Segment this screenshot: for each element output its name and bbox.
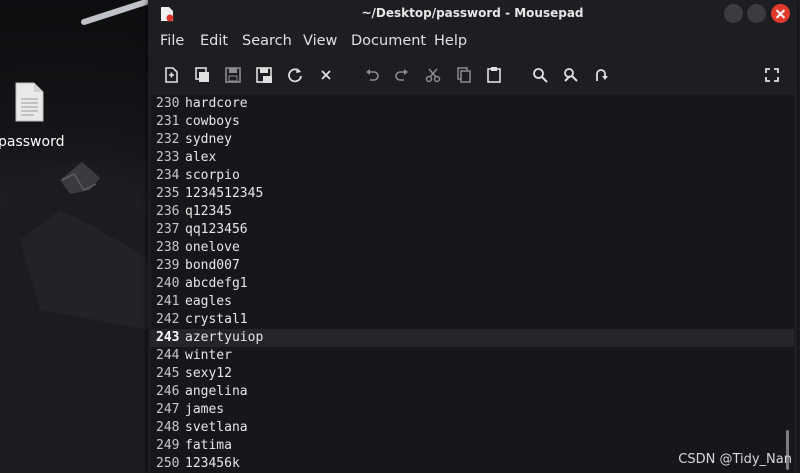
- line-text: onelove: [185, 240, 240, 255]
- copy-icon[interactable]: [453, 64, 475, 86]
- editor-line[interactable]: 236 q12345: [151, 203, 794, 221]
- menu-bar: File Edit Search View Document Help: [148, 30, 797, 54]
- line-number: 247: [156, 402, 180, 417]
- line-number: 231: [156, 114, 180, 129]
- desktop-file-label: password: [0, 134, 65, 150]
- window-title: ~/Desktop/password - Mousepad: [361, 6, 584, 20]
- line-number: 238: [156, 240, 180, 255]
- editor-line[interactable]: 239 bond007: [151, 257, 794, 275]
- line-text: sexy12: [185, 366, 232, 381]
- editor-line[interactable]: 243 azertyuiop: [151, 329, 794, 347]
- menu-search[interactable]: Search: [242, 33, 292, 49]
- save-as-icon[interactable]: [253, 64, 275, 86]
- maximize-button[interactable]: [747, 4, 766, 23]
- menu-view[interactable]: View: [303, 33, 337, 49]
- line-number: 244: [156, 348, 180, 363]
- line-text: alex: [185, 150, 217, 165]
- mousepad-window: ~/Desktop/password - Mousepad File Edit …: [148, 0, 797, 473]
- editor-line[interactable]: 235 1234512345: [151, 185, 794, 203]
- editor-line[interactable]: 240 abcdefg1: [151, 275, 794, 293]
- line-number: 246: [156, 384, 180, 399]
- editor-line[interactable]: 248 svetlana: [151, 419, 794, 437]
- editor-line[interactable]: 231 cowboys: [151, 113, 794, 131]
- line-text: q12345: [185, 204, 232, 219]
- line-text: james: [185, 402, 225, 417]
- line-number: 245: [156, 366, 180, 381]
- editor-line[interactable]: 246 angelina: [151, 383, 794, 401]
- line-text: crystal1: [185, 312, 248, 327]
- line-text: sydney: [185, 132, 232, 147]
- undo-icon[interactable]: [361, 64, 383, 86]
- line-number: 233: [156, 150, 180, 165]
- reload-icon[interactable]: [284, 64, 306, 86]
- editor-line[interactable]: 245 sexy12: [151, 365, 794, 383]
- menu-help[interactable]: Help: [434, 33, 467, 49]
- line-number: 250: [156, 456, 180, 471]
- line-number: 234: [156, 168, 180, 183]
- title-bar[interactable]: ~/Desktop/password - Mousepad: [148, 0, 797, 28]
- text-file-icon: [15, 82, 44, 122]
- find-replace-icon[interactable]: [560, 64, 582, 86]
- line-number: 236: [156, 204, 180, 219]
- goto-icon[interactable]: [590, 64, 612, 86]
- editor-line[interactable]: 234 scorpio: [151, 167, 794, 185]
- editor-line[interactable]: 233 alex: [151, 149, 794, 167]
- editor-line[interactable]: 242 crystal1: [151, 311, 794, 329]
- cut-icon[interactable]: [422, 64, 444, 86]
- new-window-icon[interactable]: [191, 64, 213, 86]
- line-number: 237: [156, 222, 180, 237]
- redo-icon[interactable]: [391, 64, 413, 86]
- line-number: 242: [156, 312, 180, 327]
- line-text: azertyuiop: [185, 330, 264, 345]
- menu-edit[interactable]: Edit: [200, 33, 228, 49]
- line-number: 232: [156, 132, 180, 147]
- pen-wallpaper-decoration: [81, 0, 149, 25]
- minimize-button[interactable]: [724, 4, 743, 23]
- line-text: hardcore: [185, 96, 248, 111]
- paste-icon[interactable]: [483, 64, 505, 86]
- line-text: fatima: [185, 438, 232, 453]
- editor-line[interactable]: 232 sydney: [151, 131, 794, 149]
- line-text: angelina: [185, 384, 248, 399]
- close-document-icon[interactable]: [315, 64, 337, 86]
- line-text: bond007: [185, 258, 240, 273]
- mountain-wallpaper: [0, 160, 150, 473]
- csdn-watermark: CSDN @Tidy_Nan: [678, 452, 792, 467]
- line-number: 249: [156, 438, 180, 453]
- menu-document[interactable]: Document: [351, 33, 426, 49]
- line-text: scorpio: [185, 168, 240, 183]
- line-text: winter: [185, 348, 232, 363]
- line-number: 230: [156, 96, 180, 111]
- menu-file[interactable]: File: [160, 33, 184, 49]
- desktop-file-password[interactable]: password: [0, 82, 80, 150]
- line-text: abcdefg1: [185, 276, 248, 291]
- line-number: 241: [156, 294, 180, 309]
- line-number: 243: [156, 330, 180, 345]
- line-number: 239: [156, 258, 180, 273]
- line-number: 240: [156, 276, 180, 291]
- line-text: eagles: [185, 294, 232, 309]
- close-window-button[interactable]: [771, 4, 790, 23]
- fullscreen-icon[interactable]: [761, 64, 783, 86]
- editor-line[interactable]: 241 eagles: [151, 293, 794, 311]
- editor-line[interactable]: 244 winter: [151, 347, 794, 365]
- toolbar: [148, 60, 797, 90]
- line-number: 248: [156, 420, 180, 435]
- editor-line[interactable]: 238 onelove: [151, 239, 794, 257]
- text-editor-area[interactable]: 230 hardcore 231 cowboys 232 sydney 233 alex 234…: [151, 95, 794, 473]
- line-text: qq123456: [185, 222, 248, 237]
- save-icon[interactable]: [222, 64, 244, 86]
- new-document-icon[interactable]: [160, 64, 182, 86]
- editor-line[interactable]: 237 qq123456: [151, 221, 794, 239]
- line-text: svetlana: [185, 420, 248, 435]
- search-icon[interactable]: [529, 64, 551, 86]
- editor-line[interactable]: 230 hardcore: [151, 95, 794, 113]
- line-text: 123456k: [185, 456, 240, 471]
- line-text: 1234512345: [185, 186, 264, 201]
- editor-line[interactable]: 247 james: [151, 401, 794, 419]
- line-number: 235: [156, 186, 180, 201]
- line-text: cowboys: [185, 114, 240, 129]
